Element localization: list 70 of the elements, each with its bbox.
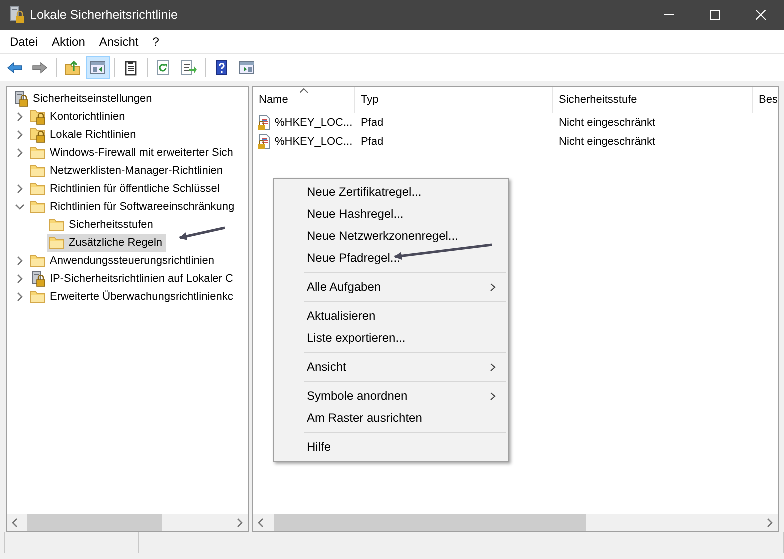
folder-icon xyxy=(30,182,46,196)
menu-item[interactable]: Neue Pfadregel... xyxy=(274,247,508,269)
folder-icon xyxy=(30,146,46,160)
menu-item[interactable]: Datei xyxy=(3,34,46,48)
menu-item[interactable]: Neue Hashregel... xyxy=(274,203,508,225)
folder-icon xyxy=(30,200,46,214)
column-header[interactable]: Typ xyxy=(355,87,553,113)
menu-item[interactable]: Ansicht xyxy=(274,356,508,378)
computer-lock-icon xyxy=(30,271,46,287)
menu-item[interactable]: Aktion xyxy=(45,34,92,48)
table-cell[interactable]: %HKEY_LOC... xyxy=(253,113,355,132)
folder-icon xyxy=(30,164,46,178)
folder-icon xyxy=(49,218,65,232)
menu-item[interactable]: Am Raster ausrichten xyxy=(274,407,508,429)
table-cell-text: Pfad xyxy=(360,134,385,150)
menu-item[interactable]: Symbole anordnen xyxy=(274,385,508,407)
column-header[interactable]: Sicherheitsstufe xyxy=(553,87,753,113)
horizontal-scrollbar[interactable] xyxy=(253,514,778,531)
menu-item[interactable]: Alle Aufgaben xyxy=(274,276,508,298)
menu-item[interactable]: Aktualisieren xyxy=(274,305,508,327)
help-icon xyxy=(214,60,230,76)
close-icon xyxy=(756,10,766,20)
collapse-icon[interactable] xyxy=(14,202,24,212)
folder-up-icon xyxy=(65,60,81,76)
annotation-arrow xyxy=(179,226,226,240)
tree-item[interactable]: Sicherheitsstufen xyxy=(47,216,156,234)
horizontal-scrollbar[interactable] xyxy=(7,514,248,531)
table-cell-text: Nicht eingeschränkt xyxy=(558,134,657,150)
menu-item[interactable]: Neue Netzwerkzonenregel... xyxy=(274,225,508,247)
folder-lock-icon xyxy=(30,127,46,143)
tree-pane-button[interactable] xyxy=(86,56,110,79)
folder-icon xyxy=(49,236,65,250)
action-pane-icon xyxy=(239,60,255,76)
menu-item[interactable]: Ansicht xyxy=(92,34,146,48)
forward-arrow-icon xyxy=(32,60,48,76)
tree-item[interactable]: Netzwerklisten-Manager-Richtlinien xyxy=(28,162,226,180)
computer-lock-icon xyxy=(13,91,29,107)
menu-item[interactable]: Liste exportieren... xyxy=(274,327,508,349)
tree-item[interactable]: IP-Sicherheitsrichtlinien auf Lokaler C xyxy=(28,270,236,288)
menu-item[interactable]: Hilfe xyxy=(274,436,508,458)
tree-item[interactable]: Kontorichtlinien xyxy=(28,108,128,126)
folder-icon xyxy=(30,290,46,304)
folder-icon xyxy=(30,254,46,268)
tree-item[interactable]: Windows-Firewall mit erweiterter Sich xyxy=(28,144,236,162)
sort-ascending-icon xyxy=(300,88,308,93)
tree-item[interactable]: Richtlinien für öffentliche Schlüssel xyxy=(28,180,223,198)
tree-item[interactable]: Richtlinien für Softwareeinschränkung xyxy=(28,198,238,216)
tree-item[interactable]: Erweiterte Überwachungsrichtlinienkc xyxy=(28,288,236,306)
menu-item[interactable]: Neue Zertifikatregel... xyxy=(274,181,508,203)
tree-item[interactable]: Lokale Richtlinien xyxy=(28,126,140,144)
tree-item[interactable]: Sicherheitseinstellungen xyxy=(11,90,156,108)
refresh-icon xyxy=(156,60,172,76)
back-arrow-icon xyxy=(7,60,23,76)
column-header[interactable]: Bes xyxy=(753,87,778,113)
maximize-icon xyxy=(710,10,720,20)
table-cell[interactable]: %HKEY_LOC... xyxy=(253,132,355,151)
tree-item[interactable]: Zusätzliche Regeln xyxy=(47,234,166,252)
export-list-icon xyxy=(181,60,197,76)
window-title: Lokale Sicherheitsrichtlinie xyxy=(30,8,178,22)
menu-item[interactable]: ? xyxy=(146,34,166,48)
folder-lock-icon xyxy=(30,109,46,125)
path-rule-icon xyxy=(257,114,273,130)
clipboard-icon xyxy=(123,60,139,76)
table-cell-text: Pfad xyxy=(360,116,385,130)
table-cell-text: Nicht eingeschränkt xyxy=(558,116,657,130)
tree-item[interactable]: Anwendungssteuerungsrichtlinien xyxy=(28,252,218,270)
column-header[interactable]: Name xyxy=(253,87,355,113)
path-rule-icon xyxy=(257,134,273,150)
tree-pane-icon xyxy=(90,60,106,76)
computer-lock-icon xyxy=(9,6,25,24)
